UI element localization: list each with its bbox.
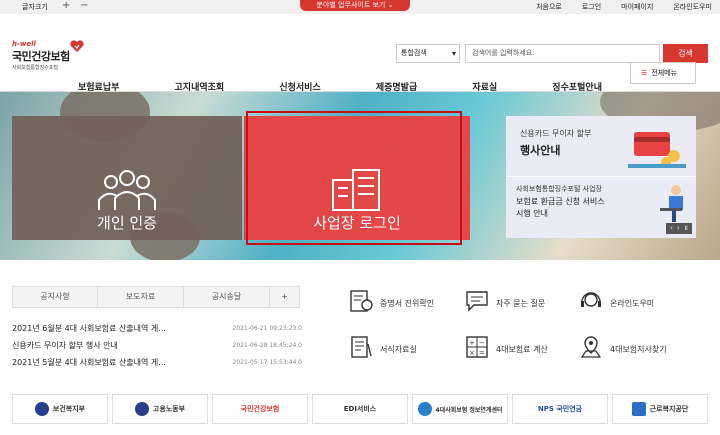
all-menu-label: 전체메뉴 [651,69,678,77]
banner-line3: 사회보험통합징수포털 사업장 [516,185,602,193]
chevron-down-icon: ⌄ [387,1,394,9]
person-laptop-icon [660,185,683,222]
all-menu-button[interactable]: ☰ 전체메뉴 [630,62,696,84]
partner-mohw[interactable]: 보건복지부 [12,394,108,424]
notice-tabs: 공지사항 보도자료 공시송달 + [12,286,300,308]
font-size-label: 글자크기 [22,3,48,11]
link-helper[interactable]: 온라인도우미 [673,2,712,12]
certificate-icon [350,290,373,312]
taegeuk-icon [34,402,49,416]
prev-icon[interactable]: ‹ [670,224,673,233]
font-decrease-button[interactable]: − [80,0,88,12]
header: h-well 국민건강보험 사회보험통합징수포털 통합검색 검색어를 입력하세요… [0,14,720,93]
site-logo[interactable]: h-well 국민건강보험 사회보험통합징수포털 [12,40,84,71]
svg-text:−: − [479,339,485,347]
banner-line2: 행사안내 [520,144,561,157]
svg-text:=: = [479,349,485,357]
banner-controls: ‹ › ॥ [666,223,692,234]
hamburger-icon: ☰ [641,69,648,77]
search-input[interactable]: 검색어를 입력하세요. [465,44,660,63]
partner-nhis[interactable]: 국민건강보험 [212,394,308,424]
next-icon[interactable]: › [677,224,680,233]
hero-section: 개인 인증 사업장 로그인 신용카드 무이자 할부 행사안내 사회보험통합징수포… [0,92,720,260]
utility-bar: 글자크기 + − 분야별 업무사이트 보기 ⌄ 처음으로 로그인 마이페이지 온… [0,0,720,14]
site-menu-label: 분야별 업무사이트 보기 [316,1,386,9]
personal-auth-button[interactable]: 개인 인증 [12,116,242,240]
logo-sub: 사회보험통합징수포털 [12,65,59,71]
banner-line4: 보험료 환급금 신청 서비스 시행 안내 [516,197,605,218]
logo-name: 국민건강보험 [12,50,70,63]
link-login[interactable]: 로그인 [582,2,601,12]
news-list: 2021년 6월분 4대 사회보험료 산출내역 게... 2021-06-21 0… [12,320,302,371]
item-date: 2021-06-28 18:45:24.0 [232,342,302,349]
chat-icon [466,291,488,312]
search-scope-select[interactable]: 통합검색 [396,44,460,63]
font-increase-button[interactable]: + [62,0,70,12]
partner-comwel[interactable]: 근로복지공단 [612,394,708,424]
item-date: 2021-06-21 09:23:23.0 [232,325,302,332]
swirl-icon [417,402,432,416]
tab-press[interactable]: 보도자료 [98,286,184,308]
site-menu-button[interactable]: 분야별 업무사이트 보기 ⌄ [300,0,410,11]
headset-icon [581,292,601,307]
taegeuk-icon [134,402,149,416]
partner-moel[interactable]: 고용노동부 [112,394,208,424]
partner-4insure[interactable]: 4대사회보험 정보연계센터 [412,394,508,424]
promo-banner[interactable]: 신용카드 무이자 할부 행사안내 사회보험통합징수포털 사업장 보험료 환급금 … [506,116,696,238]
more-button[interactable]: + [270,286,300,308]
svg-text:×: × [469,349,475,357]
tab-service[interactable]: 공시송달 [184,286,270,308]
comwel-icon [631,402,646,416]
document-icon [351,336,372,358]
list-item[interactable]: 신용카드 무이자 할부 행사 안내 2021-06-28 18:45:24.0 [12,337,302,354]
personal-auth-label: 개인 인증 [97,214,157,232]
item-date: 2021-05-17 15:53:44.0 [232,359,302,366]
partner-nps[interactable]: NPS 국민연금 [512,394,608,424]
calculator-icon: + −× = [466,336,488,358]
link-mypage[interactable]: 마이페이지 [621,2,653,12]
banner-divider [506,176,696,177]
search-bar: 통합검색 검색어를 입력하세요. 검색 [396,44,708,63]
location-pin-icon [580,336,602,358]
logo-hwell: h-well [12,40,36,48]
people-icon [98,170,156,210]
search-button[interactable]: 검색 [663,44,708,63]
partner-edi[interactable]: EDI서비스 [312,394,408,424]
banner-line1: 신용카드 무이자 할부 [520,129,592,138]
pause-icon[interactable]: ॥ [684,224,688,233]
tab-notice[interactable]: 공지사항 [12,286,98,308]
heart-logo-icon [70,40,84,52]
list-item[interactable]: 2021년 5월분 4대 사회보험료 산출내역 게... 2021-05-17 1… [12,354,302,371]
list-item[interactable]: 2021년 6월분 4대 사회보험료 산출내역 게... 2021-06-21 0… [12,320,302,337]
highlight-box [246,111,462,245]
link-home[interactable]: 처음으로 [536,2,562,12]
partner-logos: 보건복지부 고용노동부 국민건강보험 EDI서비스 4대사회보험 정보연계센터 … [12,394,708,424]
credit-card-icon [628,132,686,168]
svg-text:+: + [469,339,475,347]
